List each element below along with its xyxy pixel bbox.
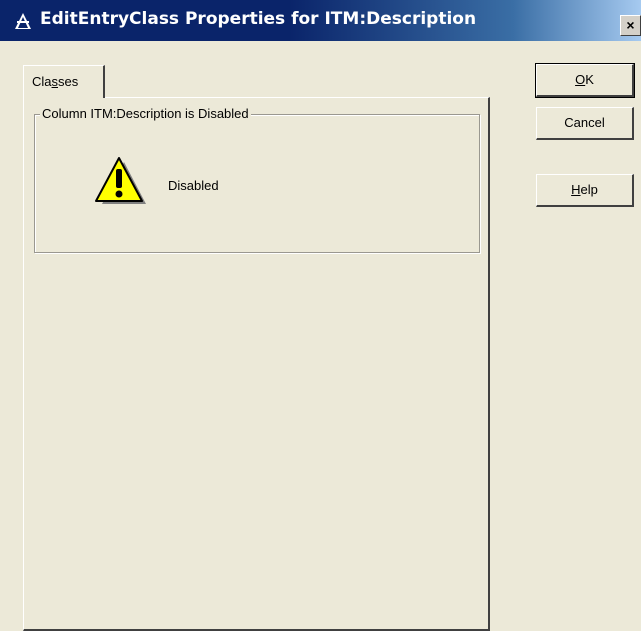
app-icon [15, 13, 31, 29]
cancel-button[interactable]: Cancel [536, 107, 634, 140]
cancel-label: Cancel [564, 115, 605, 130]
group-legend: Column ITM:Description is Disabled [40, 106, 251, 121]
title-bar[interactable]: EditEntryClass Properties for ITM:Descri… [0, 0, 641, 41]
warning-icon [95, 157, 146, 204]
window-title: EditEntryClass Properties for ITM:Descri… [40, 9, 477, 29]
status-label: Disabled [168, 178, 219, 193]
tab-label: Classes [32, 74, 79, 89]
help-label: Help [571, 182, 598, 197]
close-icon: × [626, 17, 635, 33]
close-button[interactable]: × [620, 15, 641, 36]
help-button[interactable]: Help [536, 174, 634, 207]
ok-label: OK [575, 72, 594, 87]
tab-classes[interactable]: Classes [23, 65, 105, 98]
ok-button[interactable]: OK [535, 63, 635, 98]
